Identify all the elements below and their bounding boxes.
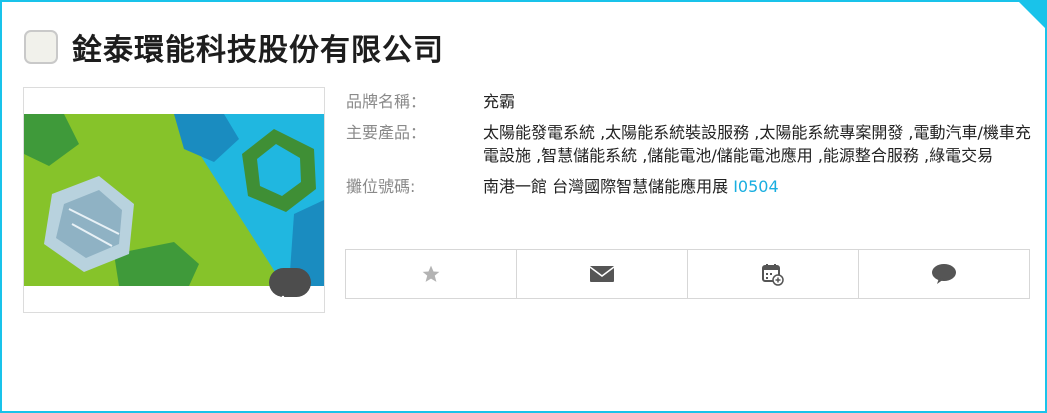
magic-wand-button[interactable]	[269, 268, 311, 309]
products-label: 主要產品：	[346, 123, 427, 142]
action-bar	[345, 249, 1030, 299]
corner-flag	[1019, 2, 1045, 28]
schedule-meeting-button[interactable]	[688, 250, 859, 298]
company-details: 品牌名稱： 充霸 主要產品： 太陽能發電系統 ,太陽能系統裝設服務 ,太陽能系統…	[346, 90, 1036, 206]
brand-label: 品牌名稱：	[346, 92, 427, 111]
select-checkbox[interactable]	[24, 30, 58, 64]
star-icon	[422, 265, 440, 282]
brand-row: 品牌名稱： 充霸	[346, 90, 1036, 113]
magic-wand-icon	[272, 295, 285, 309]
products-value: 太陽能發電系統 ,太陽能系統裝設服務 ,太陽能系統專案開發 ,電動汽車/機車充電…	[483, 123, 1031, 165]
email-button[interactable]	[517, 250, 688, 298]
products-row: 主要產品： 太陽能發電系統 ,太陽能系統裝設服務 ,太陽能系統專案開發 ,電動汽…	[346, 121, 1036, 167]
chat-bubble-icon	[932, 264, 956, 284]
booth-number-link[interactable]: I0504	[733, 177, 778, 196]
brand-value: 充霸	[483, 92, 516, 111]
banner-graphic	[24, 114, 324, 286]
booth-row: 攤位號碼: 南港一館 台灣國際智慧儲能應用展 I0504	[346, 175, 1036, 198]
booth-label: 攤位號碼:	[346, 177, 416, 196]
company-image[interactable]	[23, 87, 325, 313]
company-name: 銓泰環能科技股份有限公司	[72, 33, 444, 68]
card-header: 銓泰環能科技股份有限公司	[24, 24, 444, 70]
calendar-add-icon	[762, 264, 784, 286]
favorite-button[interactable]	[346, 250, 517, 298]
booth-location: 南港一館 台灣國際智慧儲能應用展	[483, 177, 729, 196]
booth-value: 南港一館 台灣國際智慧儲能應用展 I0504	[483, 175, 1036, 198]
exhibitor-card: 銓泰環能科技股份有限公司 品牌名稱： 充霸 主要產品： 太陽能發電系統 ,太陽能…	[0, 0, 1047, 413]
message-button[interactable]	[859, 250, 1029, 298]
mail-icon	[589, 266, 615, 282]
